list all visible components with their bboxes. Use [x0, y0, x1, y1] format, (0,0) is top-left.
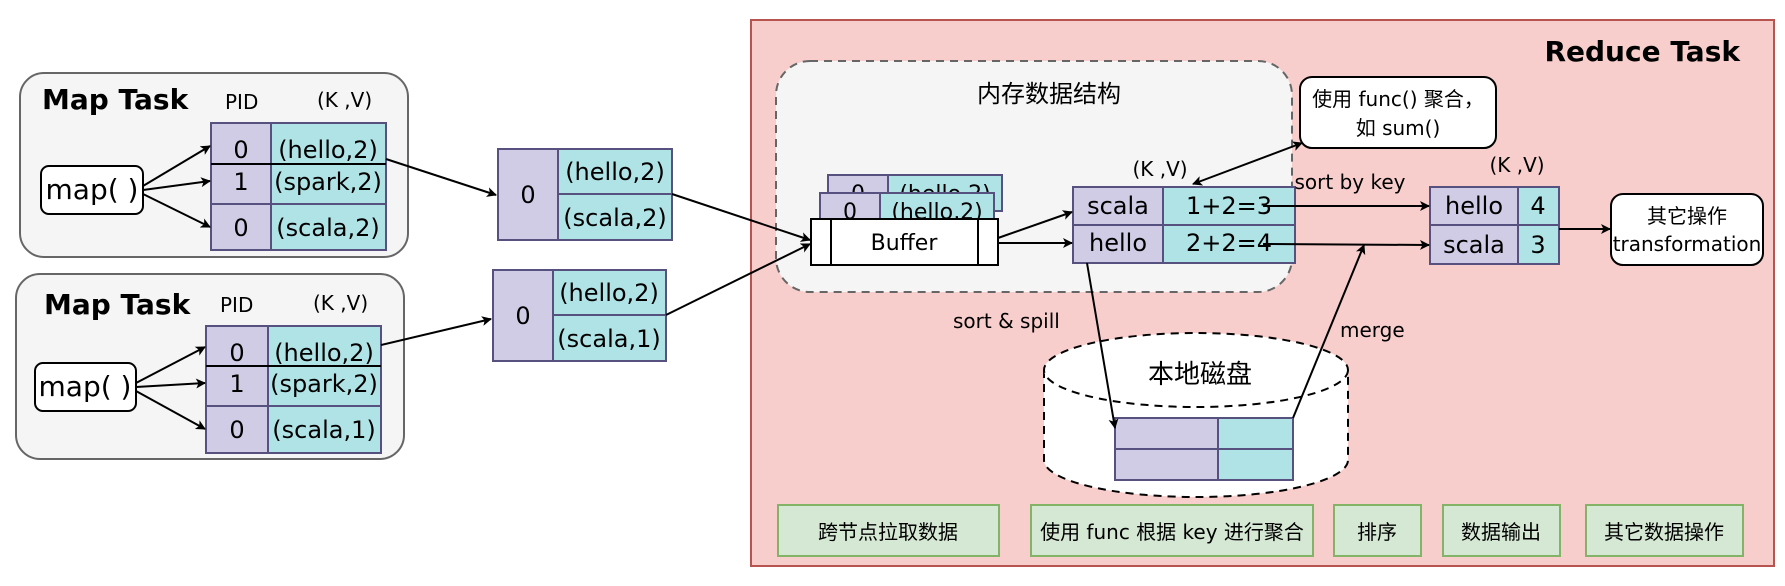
- aggregate-note-line1: 使用 func() 聚合，: [1312, 87, 1484, 111]
- agg-key: scala: [1087, 192, 1149, 220]
- map-function-label: map( ): [39, 370, 132, 403]
- map-task-title: Map Task: [44, 288, 192, 321]
- pid-cell: 0: [229, 416, 244, 444]
- buffer-label: Buffer: [871, 231, 939, 256]
- stage-label: 跨节点拉取数据: [818, 520, 958, 544]
- agg-value: 1+2=3: [1186, 192, 1272, 220]
- pid-cell: 0: [229, 339, 244, 367]
- stage-label: 使用 func 根据 key 进行聚合: [1040, 520, 1304, 544]
- other-ops-line2: transformation: [1613, 232, 1762, 256]
- partition-item: (scala,2): [563, 204, 666, 232]
- stage-label: 数据输出: [1461, 520, 1541, 544]
- pid-cell: 0: [233, 136, 248, 164]
- pid-cell: 1: [233, 168, 248, 196]
- memory-structure-label: 内存数据结构: [977, 80, 1121, 108]
- kv-cell: (hello,2): [274, 339, 374, 367]
- agg-value: 2+2=4: [1186, 229, 1272, 257]
- pid-cell: 0: [233, 214, 248, 242]
- map-task-2: Map Task PID (K ,V) map( ) 0 (hello,2) 1…: [15, 273, 405, 460]
- local-disk: 本地磁盘: [1043, 332, 1349, 498]
- kv-cell: (hello,2): [278, 136, 378, 164]
- sorted-key: hello: [1445, 192, 1503, 220]
- local-disk-label: 本地磁盘: [1148, 360, 1252, 390]
- partition-2: 0 (hello,2) (scala,1): [492, 269, 667, 362]
- partition-1: 0 (hello,2) (scala,2): [497, 148, 673, 241]
- sorted-kv-header: (K ,V): [1489, 153, 1544, 177]
- partition-pid: 0: [515, 302, 530, 330]
- shuffle-diagram: Map Task PID (K ,V) map( ) 0 (hello,2) 1…: [15, 19, 1775, 567]
- reduce-task: Reduce Task 内存数据结构 0 (hello,2) 0 (hello,…: [750, 19, 1775, 567]
- sorted-value: 3: [1530, 231, 1545, 259]
- aggregate-note-line2: 如 sum(): [1356, 116, 1441, 140]
- reduce-task-title: Reduce Task: [1544, 35, 1741, 68]
- sort-by-key-label: sort by key: [1295, 170, 1406, 194]
- pid-cell: 1: [229, 370, 244, 398]
- other-ops-line1: 其它操作: [1647, 204, 1727, 228]
- kv-cell: (scala,1): [272, 416, 375, 444]
- map-function-label: map( ): [46, 173, 139, 206]
- kv-cell: (spark,2): [270, 370, 378, 398]
- partition-item: (hello,2): [565, 158, 665, 186]
- sorted-key: scala: [1443, 231, 1505, 259]
- pid-header: PID: [220, 293, 253, 317]
- sorted-value: 4: [1530, 192, 1545, 220]
- partition-item: (scala,1): [557, 325, 660, 353]
- kv-header: (K ,V): [313, 291, 368, 315]
- partition-pid: 0: [520, 181, 535, 209]
- stage-label: 排序: [1357, 520, 1397, 544]
- agg-kv-header: (K ,V): [1132, 157, 1187, 181]
- kv-cell: (scala,2): [276, 214, 379, 242]
- map-task-title: Map Task: [42, 83, 190, 116]
- agg-key: hello: [1089, 229, 1147, 257]
- stage-label: 其它数据操作: [1604, 520, 1724, 544]
- kv-header: (K ,V): [317, 88, 372, 112]
- pid-header: PID: [225, 90, 258, 114]
- kv-cell: (spark,2): [274, 168, 382, 196]
- sort-spill-label: sort & spill: [953, 309, 1060, 333]
- partition-item: (hello,2): [559, 279, 659, 307]
- map-task-1: Map Task PID (K ,V) map( ) 0 (hello,2) 1…: [19, 72, 409, 258]
- stage-bar: 跨节点拉取数据 使用 func 根据 key 进行聚合 排序 数据输出 其它数据…: [777, 504, 1744, 557]
- merge-label: merge: [1340, 318, 1405, 342]
